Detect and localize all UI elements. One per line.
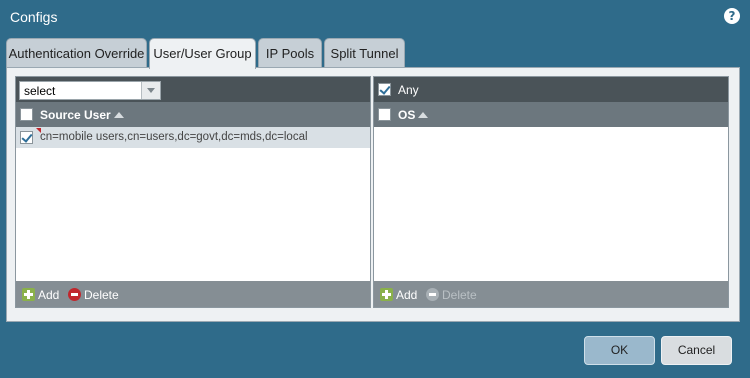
- select-all-source-user-checkbox[interactable]: [20, 108, 33, 121]
- source-user-pane-footer: Add Delete: [16, 281, 370, 307]
- os-header-label: OS: [398, 108, 416, 122]
- add-icon: [22, 288, 35, 301]
- add-os-button[interactable]: Add: [380, 287, 420, 303]
- row-checkbox[interactable]: [20, 131, 33, 144]
- tab-content-panel: select Source User cn=mobile users,cn=us…: [6, 67, 740, 322]
- delete-icon: [68, 288, 81, 301]
- tab-authentication-override[interactable]: Authentication Override: [6, 38, 147, 68]
- source-user-pane: select Source User cn=mobile users,cn=us…: [15, 76, 371, 308]
- cancel-button[interactable]: Cancel: [661, 336, 732, 365]
- os-header-label-wrap: OS: [398, 108, 429, 122]
- source-user-select[interactable]: select: [19, 81, 161, 100]
- any-os-checkbox[interactable]: [378, 83, 391, 96]
- add-icon: [380, 288, 393, 301]
- dialog-title: Configs: [10, 9, 58, 25]
- source-user-select-value: select: [24, 84, 56, 98]
- delete-label: Delete: [84, 288, 119, 302]
- tab-ip-pools[interactable]: IP Pools: [258, 38, 322, 68]
- any-os-label: Any: [398, 83, 419, 97]
- sort-ascending-icon[interactable]: [113, 112, 124, 118]
- delete-label: Delete: [442, 288, 477, 302]
- source-user-column-header[interactable]: Source User: [16, 102, 370, 127]
- delete-source-user-button[interactable]: Delete: [68, 287, 124, 303]
- os-column-header[interactable]: OS: [374, 102, 728, 127]
- help-icon[interactable]: ?: [724, 8, 740, 24]
- ok-button[interactable]: OK: [584, 336, 655, 365]
- delete-icon: [426, 288, 439, 301]
- select-all-os-checkbox[interactable]: [378, 108, 391, 121]
- os-pane: Any OS Add Delete: [373, 76, 729, 308]
- table-row[interactable]: cn=mobile users,cn=users,dc=govt,dc=mds,…: [16, 127, 370, 148]
- source-user-value: cn=mobile users,cn=users,dc=govt,dc=mds,…: [40, 131, 308, 143]
- os-pane-header: Any: [374, 77, 728, 102]
- os-pane-footer: Add Delete: [374, 281, 728, 307]
- add-label: Add: [38, 288, 60, 302]
- dialog-title-bar: Configs: [0, 0, 750, 34]
- add-source-user-button[interactable]: Add: [22, 287, 62, 303]
- tab-user-user-group[interactable]: User/User Group: [149, 38, 256, 69]
- delete-os-button[interactable]: Delete: [426, 287, 482, 303]
- source-user-header-label: Source User: [40, 108, 111, 122]
- source-user-header-label-wrap: Source User: [40, 108, 124, 122]
- source-user-pane-header: select: [16, 77, 370, 102]
- sort-ascending-icon[interactable]: [418, 112, 429, 118]
- chevron-down-icon[interactable]: [141, 82, 160, 99]
- add-label: Add: [396, 288, 418, 302]
- tab-split-tunnel[interactable]: Split Tunnel: [324, 38, 405, 68]
